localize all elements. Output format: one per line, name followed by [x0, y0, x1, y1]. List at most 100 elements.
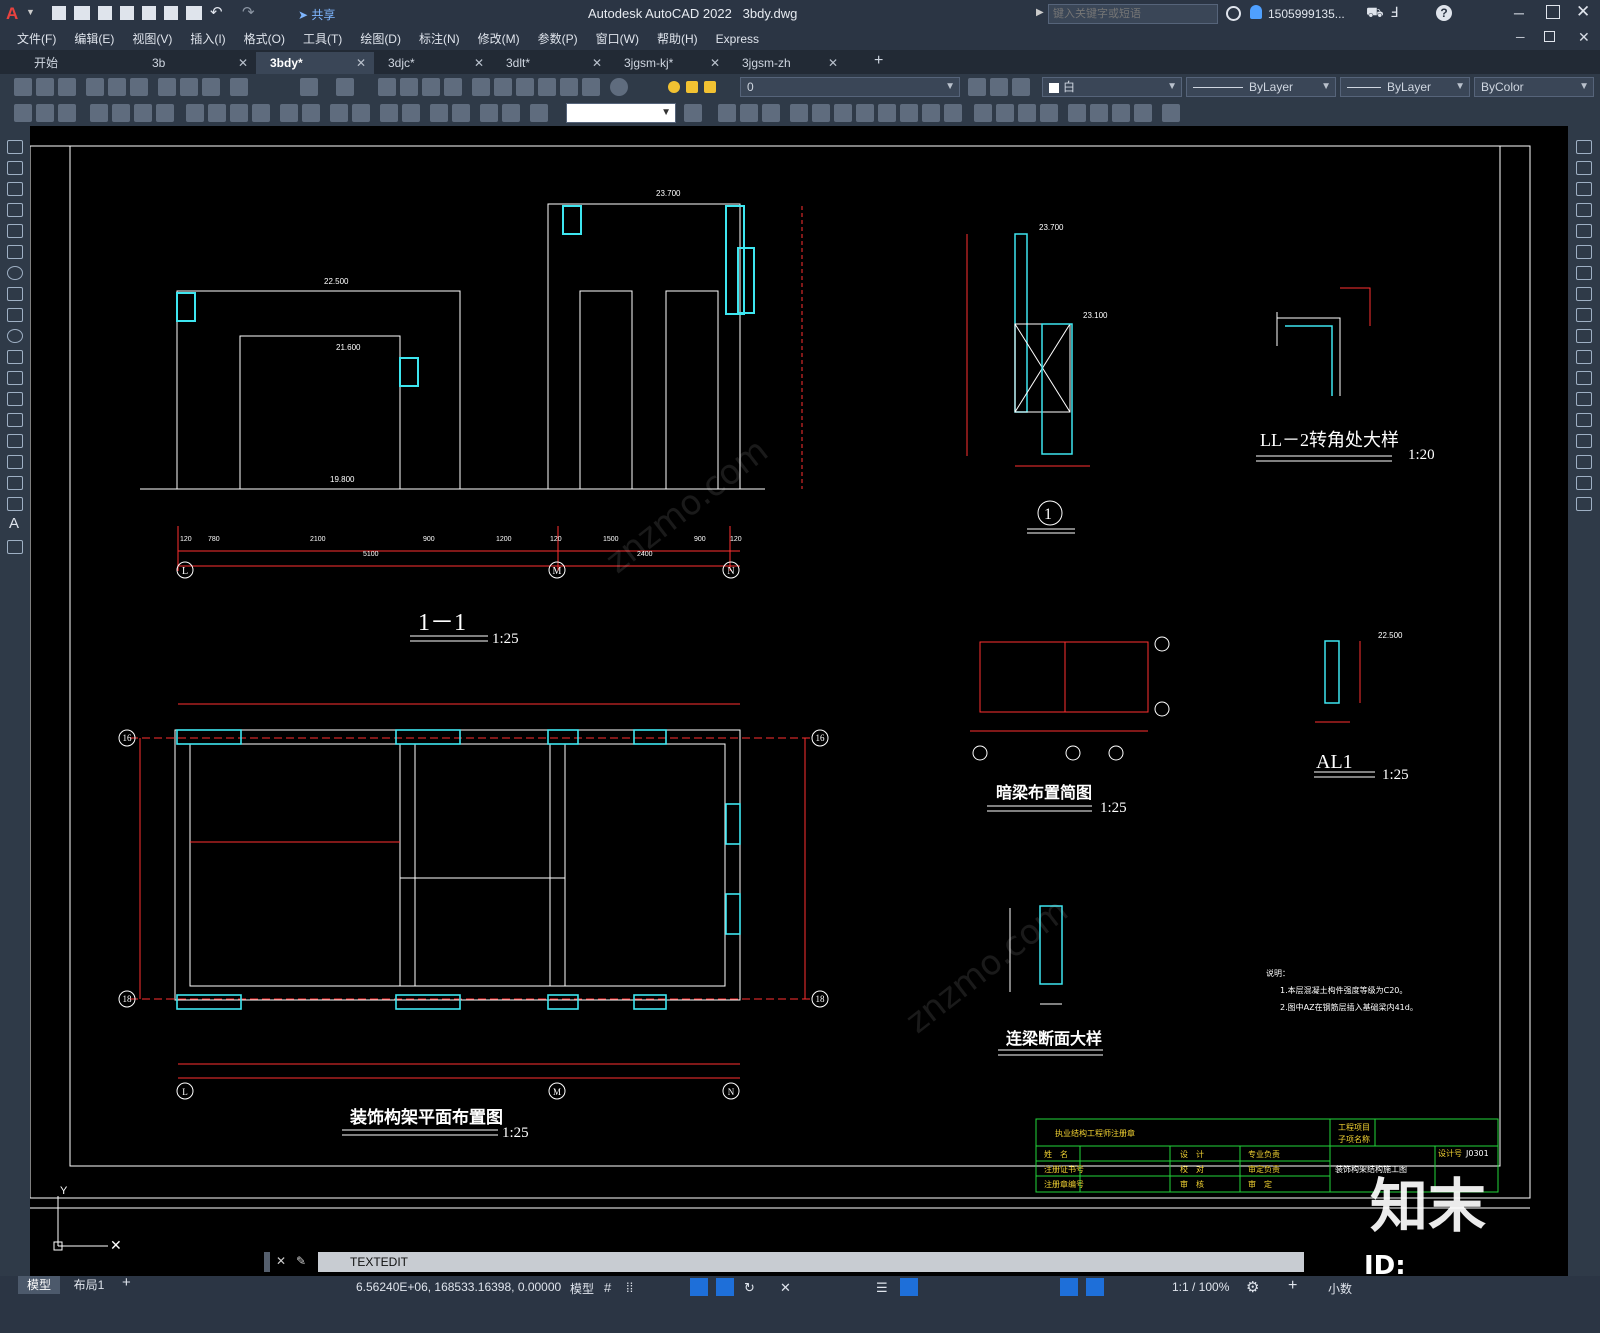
lineweight-icon[interactable]: ☰	[876, 1280, 888, 1296]
ellipse-arc-icon[interactable]	[7, 350, 23, 364]
save-web-icon[interactable]	[164, 6, 178, 20]
modify-fillet-icon[interactable]	[1040, 104, 1058, 122]
tab-close-icon[interactable]: ✕	[592, 52, 602, 74]
chamfer-icon[interactable]	[1576, 434, 1592, 448]
tab-3djc[interactable]: 3djc* ✕	[374, 52, 492, 74]
gradient-icon[interactable]	[7, 455, 23, 469]
tab-3jgsm-kj[interactable]: 3jgsm-kj* ✕	[610, 52, 728, 74]
menu-modify[interactable]: 修改(M)	[469, 28, 529, 50]
layer-previous-icon[interactable]	[990, 78, 1008, 96]
blend-icon[interactable]	[1576, 476, 1592, 490]
revision-cloud-icon[interactable]	[7, 287, 23, 301]
dim-ordinate-icon[interactable]	[90, 104, 108, 122]
plot-icon[interactable]	[186, 6, 202, 20]
tab-3b[interactable]: 3b ✕	[138, 52, 256, 74]
fillet-icon[interactable]	[1576, 455, 1592, 469]
snap-icon[interactable]: ⁞⁞	[626, 1280, 633, 1295]
tab-close-icon[interactable]: ✕	[356, 52, 366, 74]
region-icon[interactable]	[7, 476, 23, 490]
trim-icon[interactable]	[1576, 329, 1592, 343]
redo-icon[interactable]: ↷	[242, 3, 255, 21]
search-icon[interactable]	[1226, 6, 1241, 21]
draw-order-icon[interactable]	[1090, 104, 1108, 122]
help-icon[interactable]: ?	[1436, 5, 1452, 21]
modify-extend-icon[interactable]	[944, 104, 962, 122]
center-mark-icon[interactable]	[352, 104, 370, 122]
dim-radius-icon[interactable]	[112, 104, 130, 122]
dim-update-icon[interactable]	[480, 104, 498, 122]
tolerance-icon[interactable]	[330, 104, 348, 122]
layer-on-icon[interactable]	[668, 81, 680, 93]
point-icon[interactable]	[7, 413, 23, 427]
tab-start[interactable]: 开始	[20, 52, 138, 74]
linetype-dropdown[interactable]: ByLayer ▼	[1186, 77, 1336, 97]
modify-array-icon[interactable]	[812, 104, 830, 122]
inspect-icon[interactable]	[380, 104, 398, 122]
publish-icon[interactable]	[130, 78, 148, 96]
tab-close-icon[interactable]: ✕	[710, 52, 720, 74]
text-front-icon[interactable]	[1162, 104, 1180, 122]
modify-offset-icon[interactable]	[790, 104, 808, 122]
modify-explode-icon[interactable]	[1068, 104, 1086, 122]
polar-icon[interactable]	[716, 1278, 734, 1296]
zoom-window-icon[interactable]	[422, 78, 440, 96]
space-toggle[interactable]: 模型	[570, 1280, 594, 1297]
quick-dim-icon[interactable]	[208, 104, 226, 122]
menu-tools[interactable]: 工具(T)	[294, 28, 351, 50]
dim-style-icon[interactable]	[502, 104, 520, 122]
stretch-icon[interactable]	[1576, 308, 1592, 322]
break-icon[interactable]	[1576, 392, 1592, 406]
ortho-icon[interactable]	[690, 1278, 708, 1296]
color-dropdown[interactable]: 白 ▼	[1042, 77, 1182, 97]
array-icon[interactable]	[1576, 224, 1592, 238]
layer-dropdown[interactable]: 0 ▼	[740, 77, 960, 97]
save-icon[interactable]	[58, 78, 76, 96]
dim-angular-icon[interactable]	[186, 104, 204, 122]
move-icon[interactable]	[1576, 245, 1592, 259]
drawing-canvas[interactable]: 22.500 21.600 19.800 23.700 120 780 2100…	[30, 126, 1568, 1301]
tool-palettes-icon[interactable]	[516, 78, 534, 96]
help-icon[interactable]	[610, 78, 628, 96]
dim-jogged-icon[interactable]	[134, 104, 152, 122]
layer-lock-icon[interactable]	[704, 81, 716, 93]
tab-close-icon[interactable]: ✕	[238, 52, 248, 74]
modify-stretch-icon[interactable]	[900, 104, 918, 122]
undo-icon[interactable]	[300, 78, 318, 96]
isodraft-icon[interactable]: ↻	[744, 1280, 755, 1296]
doc-minimize-icon[interactable]: ─	[1516, 30, 1525, 44]
tab-close-icon[interactable]: ✕	[474, 52, 484, 74]
tab-close-icon[interactable]: ✕	[828, 52, 838, 74]
user-name[interactable]: 1505999135...	[1268, 7, 1345, 21]
arc-icon[interactable]	[7, 245, 23, 259]
plot-icon[interactable]	[86, 78, 104, 96]
menu-insert[interactable]: 插入(I)	[181, 28, 234, 50]
explode-icon[interactable]	[1576, 497, 1592, 511]
pan-icon[interactable]	[378, 78, 396, 96]
modify-chamfer-icon[interactable]	[1018, 104, 1036, 122]
layer-properties-icon[interactable]	[968, 78, 986, 96]
dim-break-icon[interactable]	[302, 104, 320, 122]
menu-dimension[interactable]: 标注(N)	[410, 28, 469, 50]
annotation-monitor-icon[interactable]	[1060, 1278, 1078, 1296]
search-arrow-icon[interactable]: ▶	[1036, 7, 1044, 18]
tab-3bdy[interactable]: 3bdy* ✕	[256, 52, 374, 74]
save-icon[interactable]	[98, 6, 112, 20]
dim-continue-icon[interactable]	[252, 104, 270, 122]
dim-override-icon[interactable]	[530, 104, 548, 122]
user-icon[interactable]	[1250, 5, 1262, 19]
extend-icon[interactable]	[1576, 350, 1592, 364]
help-search-input[interactable]	[1048, 4, 1218, 24]
dim-space-icon[interactable]	[280, 104, 298, 122]
redo-icon[interactable]	[336, 78, 354, 96]
bring-front-icon[interactable]	[1112, 104, 1130, 122]
dim-aligned-icon[interactable]	[36, 104, 54, 122]
transparency-icon[interactable]	[900, 1278, 918, 1296]
markup-icon[interactable]	[560, 78, 578, 96]
new-icon[interactable]	[14, 78, 32, 96]
make-block-icon[interactable]	[7, 392, 23, 406]
properties-icon[interactable]	[472, 78, 490, 96]
maximize-icon[interactable]	[1546, 5, 1560, 19]
close-icon[interactable]: ✕	[1576, 2, 1590, 22]
modify-scale-icon[interactable]	[878, 104, 896, 122]
paste-icon[interactable]	[202, 78, 220, 96]
